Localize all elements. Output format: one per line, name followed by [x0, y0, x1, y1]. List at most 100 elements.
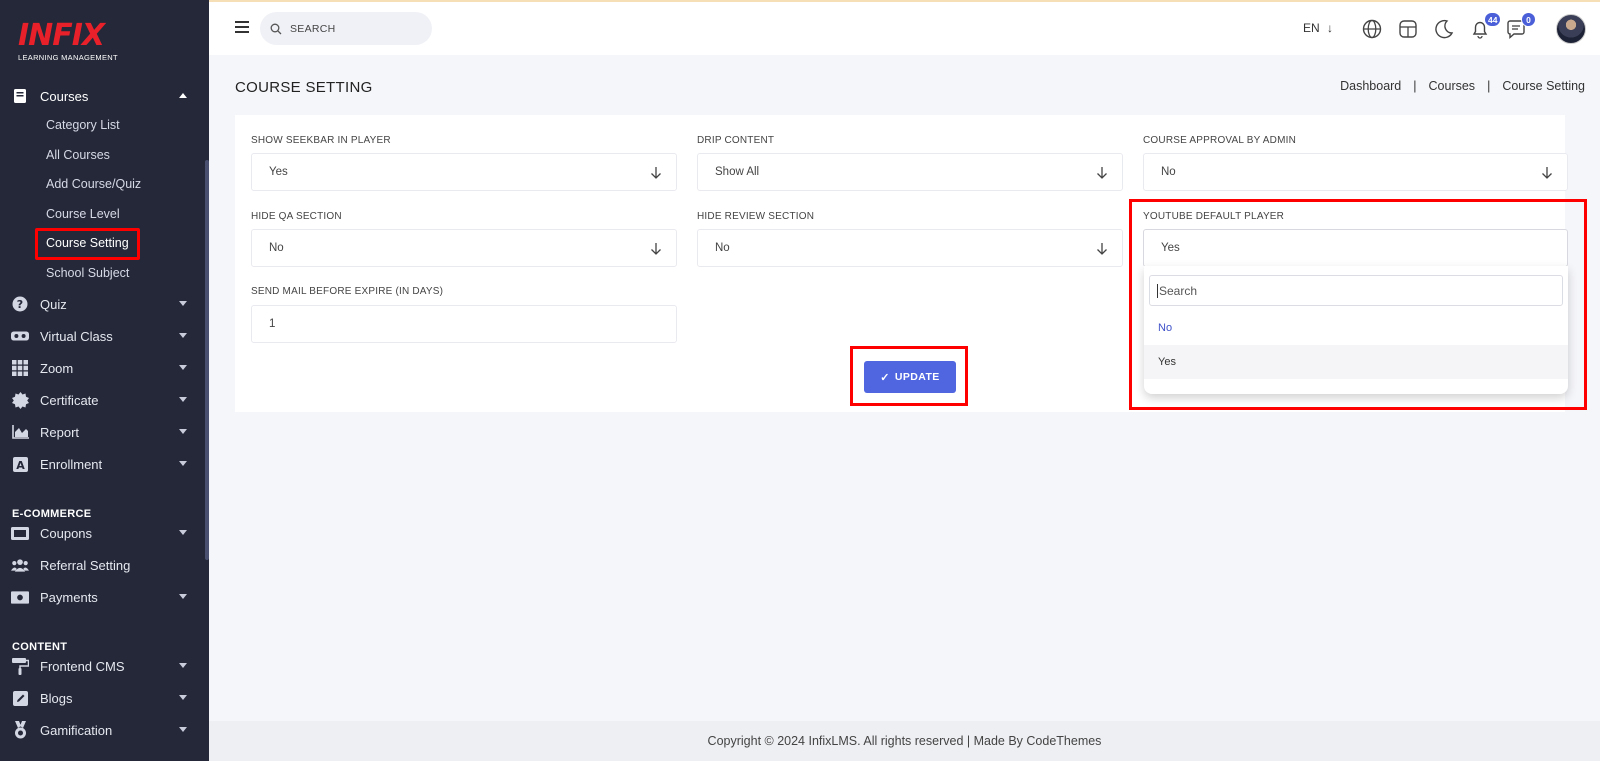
send-mail-days-input[interactable]: 1	[251, 305, 677, 343]
highlight-youtube-player	[1129, 199, 1587, 410]
sidebar-item-label: Gamification	[40, 722, 113, 738]
users-icon	[11, 556, 29, 574]
question-icon: ?	[11, 295, 29, 313]
sidebar-item-label: Quiz	[40, 296, 67, 312]
language-selector[interactable]: EN ↓	[1303, 21, 1333, 35]
chevron-up-icon	[179, 93, 187, 98]
search-input[interactable]: SEARCH	[260, 12, 432, 45]
sidebar-item-label: Frontend CMS	[40, 658, 125, 674]
sidebar-subitem-school-subject[interactable]: School Subject	[46, 261, 129, 285]
course-approval-label: COURSE APPROVAL BY ADMIN	[1143, 135, 1296, 146]
arrow-down-icon	[1097, 243, 1107, 255]
sidebar-item-virtual-class[interactable]: Virtual Class	[0, 321, 205, 351]
paint-roller-icon	[11, 657, 29, 675]
grid-icon	[11, 359, 29, 377]
chevron-down-icon	[179, 594, 187, 599]
sidebar-scrollbar[interactable]	[205, 160, 209, 560]
sidebar-item-zoom[interactable]: Zoom	[0, 353, 205, 383]
sidebar-item-label: Referral Setting	[40, 557, 131, 573]
show-seekbar-select[interactable]: Yes	[251, 153, 677, 191]
enrollment-icon: A	[11, 455, 29, 473]
send-mail-label: SEND MAIL BEFORE EXPIRE (IN DAYS)	[251, 286, 444, 297]
sidebar-item-label: Virtual Class	[40, 328, 113, 344]
svg-text:?: ?	[17, 298, 23, 311]
chevron-down-icon	[179, 365, 187, 370]
breadcrumb-separator: |	[1413, 79, 1417, 93]
sidebar-subitem-category-list[interactable]: Category List	[46, 113, 120, 137]
arrow-down-icon	[651, 167, 661, 179]
sidebar-item-label: Courses	[40, 88, 89, 104]
course-approval-select[interactable]: No	[1143, 153, 1568, 191]
sidebar-item-referral-setting[interactable]: Referral Setting	[0, 550, 205, 580]
select-value: No	[1161, 166, 1176, 178]
brand-name: INFIX	[18, 18, 105, 53]
arrow-down-icon	[1542, 167, 1552, 179]
chevron-down-icon	[179, 530, 187, 535]
sidebar-item-label: Coupons	[40, 525, 93, 541]
chevron-down-icon	[179, 301, 187, 306]
footer-copyright: Copyright © 2024 InfixLMS. All rights re…	[707, 734, 1102, 748]
sidebar-subitem-course-level[interactable]: Course Level	[46, 202, 120, 226]
hide-qa-label: HIDE QA SECTION	[251, 211, 342, 222]
chevron-down-icon	[179, 461, 187, 466]
page-title: COURSE SETTING	[235, 79, 373, 96]
sidebar-subitem-add-course-quiz[interactable]: Add Course/Quiz	[46, 172, 141, 196]
brand-tagline: LEARNING MANAGEMENT	[18, 53, 118, 62]
sidebar-item-report[interactable]: Report	[0, 417, 205, 447]
chevron-down-icon	[179, 663, 187, 668]
sidebar-item-payments[interactable]: Payments	[0, 582, 205, 612]
coupon-icon	[11, 524, 29, 542]
sidebar-item-enrollment[interactable]: A Enrollment	[0, 449, 205, 479]
sidebar-item-label: Certificate	[40, 392, 99, 408]
sidebar-item-frontend-cms[interactable]: Frontend CMS	[0, 651, 205, 681]
hide-review-label: HIDE REVIEW SECTION	[697, 211, 815, 222]
arrow-down-icon	[651, 243, 661, 255]
brand-logo[interactable]: INFIX LEARNING MANAGEMENT	[18, 18, 118, 63]
breadcrumb-course-setting: Course Setting	[1502, 79, 1585, 93]
sidebar-item-blogs[interactable]: Blogs	[0, 683, 205, 713]
select-value: Yes	[269, 166, 288, 178]
highlight-update-button	[850, 346, 968, 406]
messages-badge: 0	[1521, 12, 1536, 27]
hide-review-select[interactable]: No	[697, 229, 1123, 267]
breadcrumb-courses[interactable]: Courses	[1429, 79, 1476, 93]
breadcrumb: Dashboard | Courses | Course Setting	[1340, 79, 1585, 93]
medal-icon	[11, 721, 29, 739]
drip-content-select[interactable]: Show All	[697, 153, 1123, 191]
sidebar-item-quiz[interactable]: ? Quiz	[0, 289, 205, 319]
hamburger-menu-icon[interactable]	[235, 21, 249, 33]
top-bar: SEARCH EN ↓ 44 0	[209, 0, 1600, 55]
globe-icon[interactable]	[1361, 18, 1383, 40]
breadcrumb-separator: |	[1487, 79, 1491, 93]
sidebar-item-courses[interactable]: Courses	[0, 81, 205, 111]
sidebar-item-label: Enrollment	[40, 456, 103, 472]
search-icon	[270, 23, 282, 34]
arrow-down-icon: ↓	[1327, 21, 1334, 35]
chevron-down-icon	[179, 333, 187, 338]
hide-qa-select[interactable]: No	[251, 229, 677, 267]
moon-icon[interactable]	[1433, 18, 1455, 40]
sidebar-item-label: Blogs	[40, 690, 73, 706]
breadcrumb-dashboard[interactable]: Dashboard	[1340, 79, 1401, 93]
chevron-down-icon	[179, 695, 187, 700]
book-icon	[11, 87, 29, 105]
input-value: 1	[269, 318, 276, 330]
arrow-down-icon	[1097, 167, 1107, 179]
avatar[interactable]	[1556, 14, 1586, 44]
sidebar-item-label: Zoom	[40, 360, 74, 376]
notifications-badge: 44	[1484, 12, 1502, 27]
search-placeholder: SEARCH	[290, 22, 336, 35]
language-label: EN	[1303, 21, 1320, 35]
chevron-down-icon	[179, 397, 187, 402]
show-seekbar-label: SHOW SEEKBAR IN PLAYER	[251, 135, 391, 146]
vr-headset-icon	[11, 327, 29, 345]
select-value: Show All	[715, 166, 760, 178]
sidebar-item-gamification[interactable]: Gamification	[0, 715, 205, 745]
sidebar-subitem-all-courses[interactable]: All Courses	[46, 143, 110, 167]
chevron-down-icon	[179, 429, 187, 434]
select-value: No	[269, 242, 284, 254]
layout-icon[interactable]	[1397, 18, 1419, 40]
money-bill-icon	[11, 588, 29, 606]
sidebar-item-certificate[interactable]: Certificate	[0, 385, 205, 415]
sidebar-item-coupons[interactable]: Coupons	[0, 518, 205, 548]
